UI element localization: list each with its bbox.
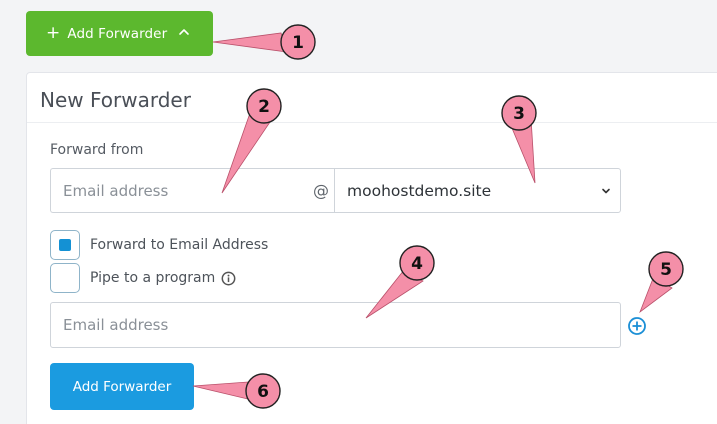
forward-from-label: Forward from [50,142,144,158]
chevron-up-icon [179,29,189,35]
add-forwarder-toggle-button[interactable]: + Add Forwarder [26,11,213,56]
at-symbol: @ [313,181,329,200]
add-destination-icon[interactable] [627,316,647,336]
panel-title: New Forwarder [40,88,191,112]
callout-number-1: 1 [292,33,304,53]
add-forwarder-toggle-label: Add Forwarder [67,25,168,42]
callout-pointer-1 [212,32,288,53]
email-to-input[interactable]: Email address [50,302,621,348]
callout-badge-1 [280,24,316,60]
add-forwarder-submit-button[interactable]: Add Forwarder [50,363,194,410]
new-forwarder-panel: New Forwarder Forward from Email address… [26,72,717,424]
email-from-input[interactable]: Email address [50,168,334,213]
domain-selected-value: moohostdemo.site [347,182,492,200]
option-forward-to-email[interactable]: Forward to Email Address [50,230,268,260]
pipe-to-program-label: Pipe to a program [90,270,216,286]
forward-to-email-label: Forward to Email Address [90,237,269,253]
panel-header: New Forwarder [27,73,717,123]
domain-select[interactable]: moohostdemo.site [334,168,621,213]
pipe-to-program-checkbox[interactable] [50,263,80,293]
email-to-placeholder: Email address [63,316,169,334]
option-pipe-to-program[interactable]: Pipe to a program [50,263,236,293]
info-icon[interactable] [221,271,236,286]
chevron-down-icon [602,188,610,194]
email-from-placeholder: Email address [63,182,169,200]
forward-to-email-checkbox[interactable] [50,230,80,260]
screen: + Add Forwarder New Forwarder Forward fr… [0,0,717,424]
plus-icon: + [46,23,61,43]
